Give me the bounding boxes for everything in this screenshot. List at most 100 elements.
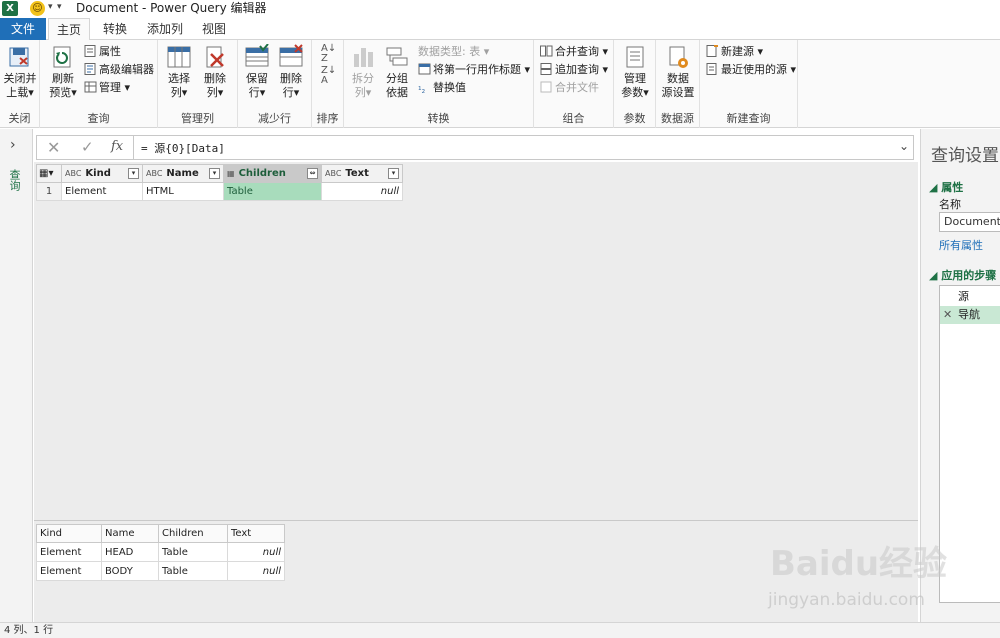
- tab-view[interactable]: 视图: [194, 18, 234, 40]
- group-query: 刷新 预览▾ 属性 高级编辑器 管理 ▾ 查询: [40, 40, 158, 128]
- remove-rows-button[interactable]: 删除 行▾: [276, 44, 306, 100]
- manage-parameters-button[interactable]: 管理 参数▾: [618, 44, 652, 100]
- manage-parameters-label-2: 参数: [621, 86, 644, 99]
- column-name-children: Children: [238, 168, 286, 179]
- close-and-load-button[interactable]: 关闭并 上载▾: [2, 44, 38, 100]
- all-properties-link[interactable]: 所有属性: [939, 237, 983, 253]
- tab-home[interactable]: 主页: [48, 18, 90, 41]
- ribbon-tabs: 文件 主页 转换 添加列 视图: [0, 18, 1000, 41]
- sort-ascending-icon: A↓ Z: [321, 43, 337, 64]
- properties-button[interactable]: 属性: [84, 44, 121, 60]
- column-header-text[interactable]: ABC Text ▾: [321, 164, 403, 183]
- column-header-name[interactable]: ABC Name ▾: [142, 164, 224, 183]
- step-navigation[interactable]: ✕ 导航: [940, 306, 1000, 324]
- first-row-header-label: 将第一行用作标题: [433, 63, 521, 76]
- cancel-formula-icon[interactable]: ✕: [47, 138, 60, 157]
- new-source-button[interactable]: 新建源 ▾: [706, 44, 763, 60]
- expand-column-icon[interactable]: ⇔: [307, 168, 318, 179]
- sort-descending-icon: Z↓ A: [321, 65, 337, 86]
- group-by-icon: [384, 44, 410, 70]
- group-manage-columns: 选择 列▾ 删除 列▾ 管理列: [158, 40, 238, 128]
- table-menu-button[interactable]: ▦▾: [36, 164, 62, 183]
- data-source-settings-button[interactable]: 数据 源设置: [658, 44, 698, 100]
- cell-children[interactable]: Table: [223, 182, 322, 201]
- close-and-load-icon: [7, 44, 33, 70]
- use-first-row-as-headers-button[interactable]: 将第一行用作标题 ▾: [418, 62, 530, 78]
- text-type-icon[interactable]: ABC: [65, 169, 81, 178]
- preview-cell: Element: [36, 542, 102, 562]
- formula-input[interactable]: = 源{0}[Data]: [141, 140, 225, 156]
- data-type-dropdown[interactable]: 数据类型: 表 ▾: [418, 44, 489, 60]
- fx-icon[interactable]: fx: [111, 139, 123, 154]
- feedback-smiley-icon[interactable]: ☺: [30, 1, 45, 16]
- manage-button[interactable]: 管理 ▾: [84, 80, 130, 96]
- advanced-editor-label: 高级编辑器: [99, 63, 154, 76]
- remove-columns-button[interactable]: 删除 列▾: [200, 44, 230, 100]
- merge-queries-button[interactable]: 合并查询 ▾: [540, 44, 608, 60]
- query-name-input[interactable]: Document: [939, 212, 1000, 232]
- manage-parameters-icon: [622, 44, 648, 70]
- name-label: 名称: [939, 198, 961, 211]
- group-parameters: 管理 参数▾ 参数: [614, 40, 656, 128]
- text-type-icon[interactable]: ABC: [146, 169, 162, 178]
- new-source-label: 新建源: [721, 45, 754, 58]
- tab-add-column[interactable]: 添加列: [140, 18, 190, 40]
- preview-cell: null: [227, 561, 285, 581]
- properties-section-header[interactable]: ◢ 属性: [929, 179, 963, 195]
- filter-dropdown-icon[interactable]: ▾: [128, 168, 139, 179]
- choose-columns-button[interactable]: 选择 列▾: [164, 44, 194, 100]
- sort-ascending-button[interactable]: A↓ Z: [321, 44, 336, 64]
- quick-access-dropdown-icon[interactable]: ▾: [57, 2, 62, 12]
- tab-file[interactable]: 文件: [0, 18, 46, 40]
- combine-files-button[interactable]: 合并文件: [540, 80, 599, 96]
- confirm-formula-icon[interactable]: ✓: [81, 138, 94, 156]
- row-number[interactable]: 1: [36, 182, 62, 201]
- delete-step-icon[interactable]: ✕: [943, 306, 952, 324]
- cell-text[interactable]: null: [321, 182, 403, 201]
- group-by-label-2: 依据: [386, 86, 408, 99]
- split-column-label-2: 列: [354, 86, 366, 99]
- expand-queries-pane-icon[interactable]: ›: [10, 137, 16, 153]
- applied-steps-label: 应用的步骤: [941, 269, 997, 282]
- append-queries-button[interactable]: 追加查询 ▾: [540, 62, 608, 78]
- smiley-dropdown-icon[interactable]: ▾: [48, 2, 53, 12]
- cell-name[interactable]: HTML: [142, 182, 224, 201]
- advanced-editor-button[interactable]: 高级编辑器: [84, 62, 154, 78]
- group-label-sort: 排序: [316, 112, 339, 125]
- table-type-icon[interactable]: ▦: [227, 169, 235, 178]
- column-header-kind[interactable]: ABC Kind ▾: [61, 164, 143, 183]
- filter-dropdown-icon[interactable]: ▾: [209, 168, 220, 179]
- column-header-children[interactable]: ▦ Children ⇔: [223, 164, 322, 183]
- preview-cell: Table: [158, 561, 228, 581]
- column-name-text: Text: [345, 168, 369, 179]
- expand-formula-chevron-icon[interactable]: ⌄: [899, 139, 909, 153]
- recent-sources-button[interactable]: 最近使用的源 ▾: [706, 62, 796, 78]
- filter-dropdown-icon[interactable]: ▾: [388, 168, 399, 179]
- tab-transform[interactable]: 转换: [94, 18, 136, 40]
- first-row-header-icon: [418, 63, 431, 75]
- data-grid: ▦▾ ABC Kind ▾ ABC Name ▾ ▦ Children ⇔ ABC Text ▾…: [36, 164, 403, 201]
- properties-section-label: 属性: [941, 181, 964, 194]
- close-and-load-label: 关闭并: [3, 72, 37, 85]
- group-label-new-query: 新建查询: [726, 112, 771, 125]
- keep-rows-button[interactable]: 保留 行▾: [242, 43, 272, 100]
- group-label-data-source: 数据源: [661, 112, 694, 125]
- table-row[interactable]: 1 Element HTML Table null: [36, 182, 403, 201]
- replace-values-button[interactable]: ¹₂ 替换值: [418, 80, 466, 96]
- step-source[interactable]: 源: [940, 288, 1000, 306]
- queries-pane-label[interactable]: 查询: [8, 169, 22, 191]
- refresh-preview-button[interactable]: 刷新 预览▾: [46, 44, 80, 100]
- sort-descending-button[interactable]: Z↓ A: [321, 66, 336, 86]
- preview-cell: null: [227, 542, 285, 562]
- applied-steps-section-header[interactable]: ◢ 应用的步骤: [929, 267, 996, 283]
- group-by-button[interactable]: 分组 依据: [382, 44, 412, 100]
- close-and-load-label-2: 上载: [6, 86, 29, 99]
- preview-header-kind: Kind: [36, 524, 102, 543]
- split-column-button[interactable]: 拆分 列▾: [348, 44, 378, 100]
- preview-header-row: Kind Name Children Text: [36, 524, 285, 543]
- formula-separator: [133, 136, 134, 159]
- cell-kind[interactable]: Element: [61, 182, 143, 201]
- text-type-icon[interactable]: ABC: [325, 169, 341, 178]
- remove-rows-label: 删除: [280, 72, 302, 85]
- ribbon: 关闭并 上载▾ 关闭 刷新 预览▾ 属性 高级编辑器 管理 ▾ 查询 选择 列▾…: [0, 40, 1000, 128]
